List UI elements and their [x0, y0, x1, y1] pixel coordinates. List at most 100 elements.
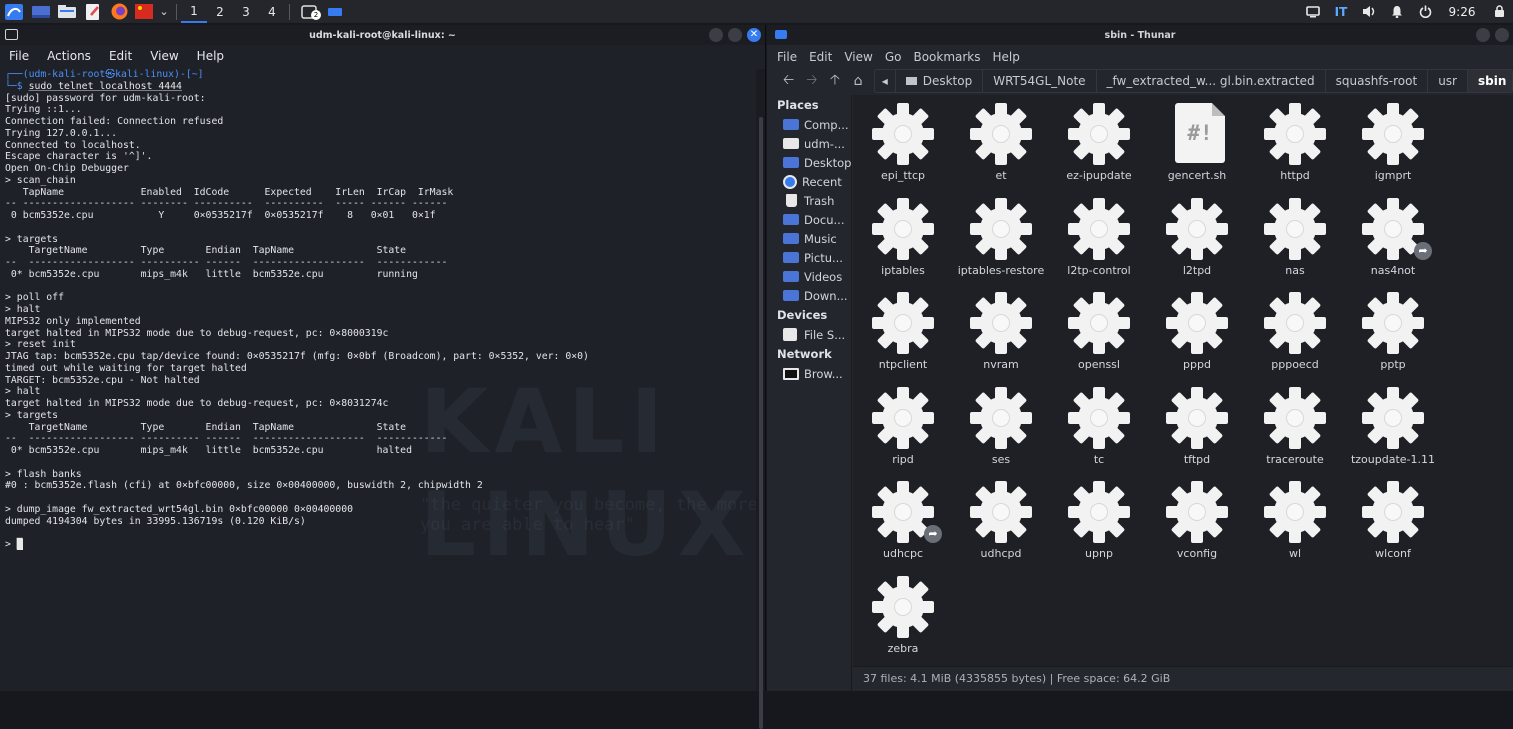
- menu-edit[interactable]: Edit: [109, 49, 132, 63]
- file-icon-view[interactable]: epi_ttcp et ez-ipupdate #! gencert.sh httpd ig…: [853, 95, 1513, 666]
- file-item[interactable]: openssl: [1050, 290, 1148, 384]
- menu-bookmarks[interactable]: Bookmarks: [913, 50, 980, 64]
- clock[interactable]: 9:26: [1439, 0, 1485, 23]
- close-button[interactable]: ✕: [747, 28, 761, 42]
- menu-help[interactable]: Help: [197, 49, 224, 63]
- file-item[interactable]: ntpclient: [854, 290, 952, 384]
- sidebar-item-desktop[interactable]: Desktop: [767, 153, 851, 172]
- file-item[interactable]: tftpd: [1148, 385, 1246, 479]
- terminal-output-area[interactable]: ┌──(udm-kali-root㉿kali-linux)-[~] └─$ su…: [0, 69, 756, 691]
- file-item[interactable]: pppoecd: [1246, 290, 1344, 384]
- home-icon[interactable]: ⌂: [847, 73, 870, 89]
- workspace-4[interactable]: 4: [259, 0, 285, 23]
- taskbar-thunar-button[interactable]: [324, 0, 346, 23]
- minimize-button[interactable]: [709, 28, 723, 42]
- sidebar-item-documents[interactable]: Docu...: [767, 210, 851, 229]
- file-item[interactable]: httpd: [1246, 101, 1344, 195]
- file-item[interactable]: vconfig: [1148, 479, 1246, 573]
- keyboard-layout-indicator[interactable]: IT: [1327, 0, 1355, 23]
- maximize-button[interactable]: [1495, 28, 1509, 42]
- file-item[interactable]: ripd: [854, 385, 952, 479]
- launcher-dropdown-chevron-icon[interactable]: ⌄: [156, 0, 172, 23]
- file-item[interactable]: iptables: [854, 196, 952, 290]
- file-item[interactable]: ➦ udhcpc: [854, 479, 952, 573]
- menu-help[interactable]: Help: [993, 50, 1020, 64]
- terminal-titlebar[interactable]: udm-kali-root@kali-linux: ~ ✕: [0, 25, 765, 45]
- file-item[interactable]: tc: [1050, 385, 1148, 479]
- thunar-window[interactable]: sbin - Thunar File Edit View Go Bookmark…: [767, 25, 1513, 691]
- sidebar-item-videos[interactable]: Videos: [767, 267, 851, 286]
- display-icon[interactable]: [1299, 0, 1327, 23]
- workspace-1[interactable]: 1: [181, 0, 207, 23]
- file-item[interactable]: wl: [1246, 479, 1344, 573]
- sidebar-item-trash[interactable]: Trash: [767, 191, 851, 210]
- file-item[interactable]: pppd: [1148, 290, 1246, 384]
- file-item[interactable]: tzoupdate-1.11: [1344, 385, 1442, 479]
- menu-file[interactable]: File: [777, 50, 797, 64]
- file-item[interactable]: iptables-restore: [952, 196, 1050, 290]
- file-item[interactable]: wlconf: [1344, 479, 1442, 573]
- file-item[interactable]: nvram: [952, 290, 1050, 384]
- file-item[interactable]: pptp: [1344, 290, 1442, 384]
- maximize-button[interactable]: [728, 28, 742, 42]
- terminal-window[interactable]: udm-kali-root@kali-linux: ~ ✕ File Actio…: [0, 25, 766, 729]
- file-manager-launcher-icon[interactable]: [54, 0, 80, 23]
- menu-edit[interactable]: Edit: [809, 50, 832, 64]
- volume-icon[interactable]: [1355, 0, 1383, 23]
- pictures-folder-icon: [783, 252, 799, 263]
- breadcrumb-desktop[interactable]: Desktop: [896, 70, 984, 92]
- forward-arrow-icon[interactable]: 🡢: [800, 69, 823, 93]
- sidebar-item-music[interactable]: Music: [767, 229, 851, 248]
- sidebar-item-label: Docu...: [804, 212, 845, 227]
- file-item[interactable]: nas: [1246, 196, 1344, 290]
- file-item[interactable]: l2tpd: [1148, 196, 1246, 290]
- breadcrumb-sbin[interactable]: sbin: [1467, 70, 1513, 92]
- firefox-launcher-icon[interactable]: [106, 0, 132, 23]
- power-icon[interactable]: [1411, 0, 1439, 23]
- lock-screen-icon[interactable]: [1485, 0, 1513, 23]
- sidebar-item-home[interactable]: udm-...: [767, 134, 851, 153]
- menu-view[interactable]: View: [844, 50, 872, 64]
- file-item[interactable]: upnp: [1050, 479, 1148, 573]
- menu-go[interactable]: Go: [885, 50, 902, 64]
- file-item[interactable]: epi_ttcp: [854, 101, 952, 195]
- file-item[interactable]: #! gencert.sh: [1148, 101, 1246, 195]
- scrollbar-thumb[interactable]: [759, 117, 763, 729]
- sidebar-item-recent[interactable]: Recent: [767, 172, 851, 191]
- breadcrumb-scroll-left-icon[interactable]: ◂: [875, 70, 896, 92]
- file-item[interactable]: l2tp-control: [1050, 196, 1148, 290]
- workspace-2[interactable]: 2: [207, 0, 233, 23]
- sidebar-item-downloads[interactable]: Down...: [767, 286, 851, 305]
- file-item[interactable]: ez-ipupdate: [1050, 101, 1148, 195]
- sidebar-item-browse-network[interactable]: Brow...: [767, 364, 851, 383]
- file-item[interactable]: et: [952, 101, 1050, 195]
- workspace-3[interactable]: 3: [233, 0, 259, 23]
- file-item[interactable]: ses: [952, 385, 1050, 479]
- menu-actions[interactable]: Actions: [47, 49, 91, 63]
- taskbar-terminal-button[interactable]: 2: [294, 0, 324, 23]
- sidebar-item-pictures[interactable]: Pictu...: [767, 248, 851, 267]
- show-desktop-icon[interactable]: [28, 0, 54, 23]
- menu-file[interactable]: File: [9, 49, 29, 63]
- minimize-button[interactable]: [1476, 28, 1490, 42]
- file-item[interactable]: igmprt: [1344, 101, 1442, 195]
- breadcrumb-usr[interactable]: usr: [1428, 70, 1468, 92]
- sidebar-item-computer[interactable]: Comp...: [767, 115, 851, 134]
- app-launcher-red-icon[interactable]: [132, 0, 156, 23]
- file-item[interactable]: traceroute: [1246, 385, 1344, 479]
- terminal-scrollbar[interactable]: [756, 69, 765, 729]
- thunar-titlebar[interactable]: sbin - Thunar: [767, 25, 1513, 45]
- breadcrumb-wrt54gl-note[interactable]: WRT54GL_Note: [983, 70, 1097, 92]
- back-arrow-icon[interactable]: 🡠: [777, 69, 800, 93]
- menu-view[interactable]: View: [150, 49, 178, 63]
- file-item[interactable]: ➦ nas4not: [1344, 196, 1442, 290]
- breadcrumb-squashfs-root[interactable]: squashfs-root: [1326, 70, 1429, 92]
- text-editor-launcher-icon[interactable]: [80, 0, 106, 23]
- notifications-bell-icon[interactable]: [1383, 0, 1411, 23]
- file-item[interactable]: udhcpd: [952, 479, 1050, 573]
- file-item[interactable]: zebra: [854, 574, 952, 667]
- kali-menu-icon[interactable]: [0, 0, 28, 23]
- sidebar-item-filesystem[interactable]: File S...: [767, 325, 851, 344]
- breadcrumb-fw-extracted[interactable]: _fw_extracted_w... gl.bin.extracted: [1097, 70, 1326, 92]
- up-arrow-icon[interactable]: 🡡: [823, 69, 846, 93]
